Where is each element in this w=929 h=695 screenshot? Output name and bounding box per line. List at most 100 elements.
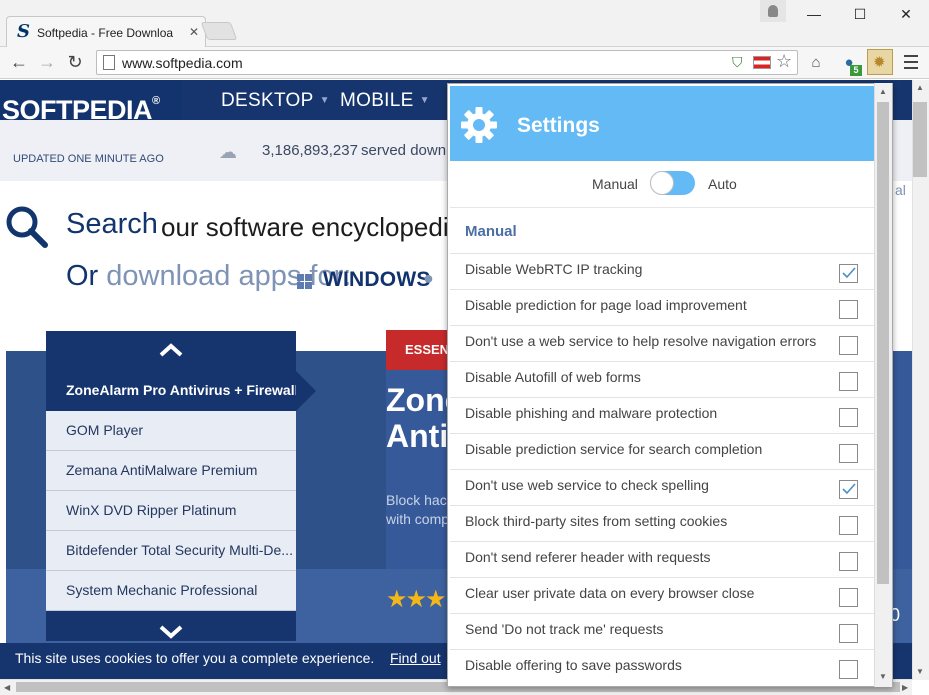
setting-checkbox[interactable] xyxy=(839,480,858,499)
scroll-left-icon[interactable]: ◀ xyxy=(4,683,10,692)
carousel-up-button[interactable] xyxy=(46,331,296,371)
carousel-down-button[interactable] xyxy=(46,611,296,641)
registered-mark: ® xyxy=(152,95,160,107)
setting-label: Don't use web service to check spelling xyxy=(465,477,709,493)
setting-row[interactable]: Don't use web service to check spelling xyxy=(450,469,875,505)
setting-row[interactable]: Disable prediction service for search co… xyxy=(450,433,875,469)
nav-mobile[interactable]: MOBILE ▼ xyxy=(340,90,430,112)
chevron-up-icon xyxy=(159,343,183,357)
hero-desc-line-1: Block hac xyxy=(386,492,447,508)
popup-scroll-thumb[interactable] xyxy=(877,102,889,584)
tab-title: Softpedia - Free Downloa xyxy=(37,26,174,40)
setting-checkbox[interactable] xyxy=(839,300,858,319)
setting-checkbox[interactable] xyxy=(839,444,858,463)
scroll-up-icon[interactable]: ▲ xyxy=(916,83,924,92)
cookie-find-out-link[interactable]: Find out xyxy=(390,650,441,666)
page-vertical-scroll-thumb[interactable] xyxy=(913,102,927,177)
setting-row[interactable]: Disable offering to save passwords xyxy=(450,649,875,685)
carousel-active-pointer xyxy=(296,371,316,411)
nav-desktop[interactable]: DESKTOP ▼ xyxy=(221,90,330,112)
setting-checkbox[interactable] xyxy=(839,516,858,535)
setting-row[interactable]: Disable phishing and malware protection xyxy=(450,397,875,433)
setting-label: Don't send referer header with requests xyxy=(465,549,711,565)
carousel-item[interactable]: System Mechanic Professional xyxy=(46,571,296,611)
person-icon xyxy=(768,5,778,17)
setting-row[interactable]: Clear user private data on every browser… xyxy=(450,577,875,613)
carousel-item[interactable]: Bitdefender Total Security Multi-De... xyxy=(46,531,296,571)
caret-down-icon: ▼ xyxy=(319,95,330,107)
setting-checkbox[interactable] xyxy=(839,264,858,283)
setting-row[interactable]: Disable prediction for page load improve… xyxy=(450,289,875,325)
reload-icon[interactable]: ↻ xyxy=(64,51,86,73)
carousel-item[interactable]: WinX DVD Ripper Platinum xyxy=(46,491,296,531)
setting-label: Disable prediction for page load improve… xyxy=(465,297,747,313)
setting-checkbox[interactable] xyxy=(839,660,858,679)
tab-strip: S Softpedia - Free Downloa ✕ — ☐ ✕ xyxy=(0,0,929,48)
popup-scroll-up-icon[interactable]: ▲ xyxy=(879,87,887,96)
rating-stars-icon: ★★★ xyxy=(386,586,447,613)
tab-close-icon[interactable]: ✕ xyxy=(189,25,199,39)
back-icon[interactable]: ← xyxy=(8,51,30,73)
page-icon xyxy=(103,55,115,70)
maximize-button[interactable]: ☐ xyxy=(837,0,883,30)
setting-label: Disable offering to save passwords xyxy=(465,657,682,673)
mode-toggle[interactable] xyxy=(650,171,695,195)
app-carousel: ZoneAlarm Pro Antivirus + Firewall GOM P… xyxy=(46,331,296,641)
flag-icon[interactable] xyxy=(753,56,771,69)
setting-checkbox[interactable] xyxy=(839,588,858,607)
setting-label: Disable Autofill of web forms xyxy=(465,369,641,385)
toggle-knob[interactable] xyxy=(650,171,674,195)
carousel-item[interactable]: Zemana AntiMalware Premium xyxy=(46,451,296,491)
settings-extension-button[interactable]: ✹ xyxy=(867,49,893,75)
mode-manual-label: Manual xyxy=(592,176,638,192)
checkmark-icon xyxy=(842,267,856,279)
setting-row[interactable]: Don't use a web service to help resolve … xyxy=(450,325,875,361)
setting-row[interactable]: Disable WebRTC IP tracking xyxy=(450,253,875,289)
setting-label: Disable WebRTC IP tracking xyxy=(465,261,643,277)
scroll-right-icon[interactable]: ▶ xyxy=(902,683,908,692)
setting-label: Don't use a web service to help resolve … xyxy=(465,333,817,349)
address-bar[interactable]: www.softpedia.com ⛉ ☆ xyxy=(96,50,798,75)
new-tab-button[interactable] xyxy=(200,22,238,40)
setting-row[interactable]: Block third-party sites from setting coo… xyxy=(450,505,875,541)
extension-bank-icon[interactable]: ⌂ xyxy=(805,52,827,74)
extension-badge: 5 xyxy=(850,65,862,76)
setting-checkbox[interactable] xyxy=(839,552,858,571)
menu-icon[interactable] xyxy=(903,51,919,71)
setting-row[interactable]: Don't send referer header with requests xyxy=(450,541,875,577)
browser-window: S Softpedia - Free Downloa ✕ — ☐ ✕ ← → ↻… xyxy=(0,0,929,695)
url-text[interactable]: www.softpedia.com xyxy=(122,55,243,71)
carousel-item[interactable]: ZoneAlarm Pro Antivirus + Firewall xyxy=(46,371,296,411)
served-count: 3,186,893,237 xyxy=(262,142,358,159)
gear-icon xyxy=(461,107,497,143)
search-input[interactable]: our software encyclopedia xyxy=(161,212,463,243)
softpedia-favicon-icon: S xyxy=(17,21,30,42)
setting-checkbox[interactable] xyxy=(839,336,858,355)
forward-icon[interactable]: → xyxy=(36,51,58,73)
gear-icon: ✹ xyxy=(873,54,886,71)
setting-row[interactable]: Send 'Do not track me' requests xyxy=(450,613,875,649)
profile-avatar-button[interactable] xyxy=(760,0,786,22)
close-window-button[interactable]: ✕ xyxy=(883,0,929,30)
platform-windows-link[interactable]: WINDOWS xyxy=(323,268,431,292)
setting-checkbox[interactable] xyxy=(839,372,858,391)
setting-checkbox[interactable] xyxy=(839,624,858,643)
mode-switch-row: Manual Auto xyxy=(450,161,875,208)
browser-tab[interactable]: S Softpedia - Free Downloa ✕ xyxy=(6,16,206,48)
popup-header: Settings xyxy=(450,86,875,161)
popup-scroll-down-icon[interactable]: ▼ xyxy=(879,672,887,681)
setting-row[interactable]: Disable Autofill of web forms xyxy=(450,361,875,397)
search-icon[interactable] xyxy=(5,205,49,249)
setting-label: Block third-party sites from setting coo… xyxy=(465,513,728,529)
setting-checkbox[interactable] xyxy=(839,408,858,427)
minimize-button[interactable]: — xyxy=(791,0,837,30)
windows-logo-icon xyxy=(297,274,313,290)
carousel-item[interactable]: GOM Player xyxy=(46,411,296,451)
download-for-text: download apps for: xyxy=(98,260,352,292)
bookmark-star-icon[interactable]: ☆ xyxy=(776,51,792,72)
or-word: Or xyxy=(66,260,99,292)
scroll-down-icon[interactable]: ▼ xyxy=(916,667,924,676)
setting-label: Disable prediction service for search co… xyxy=(465,441,763,457)
shield-icon[interactable]: ⛉ xyxy=(732,54,743,71)
apple-icon[interactable]: ● xyxy=(423,268,434,289)
